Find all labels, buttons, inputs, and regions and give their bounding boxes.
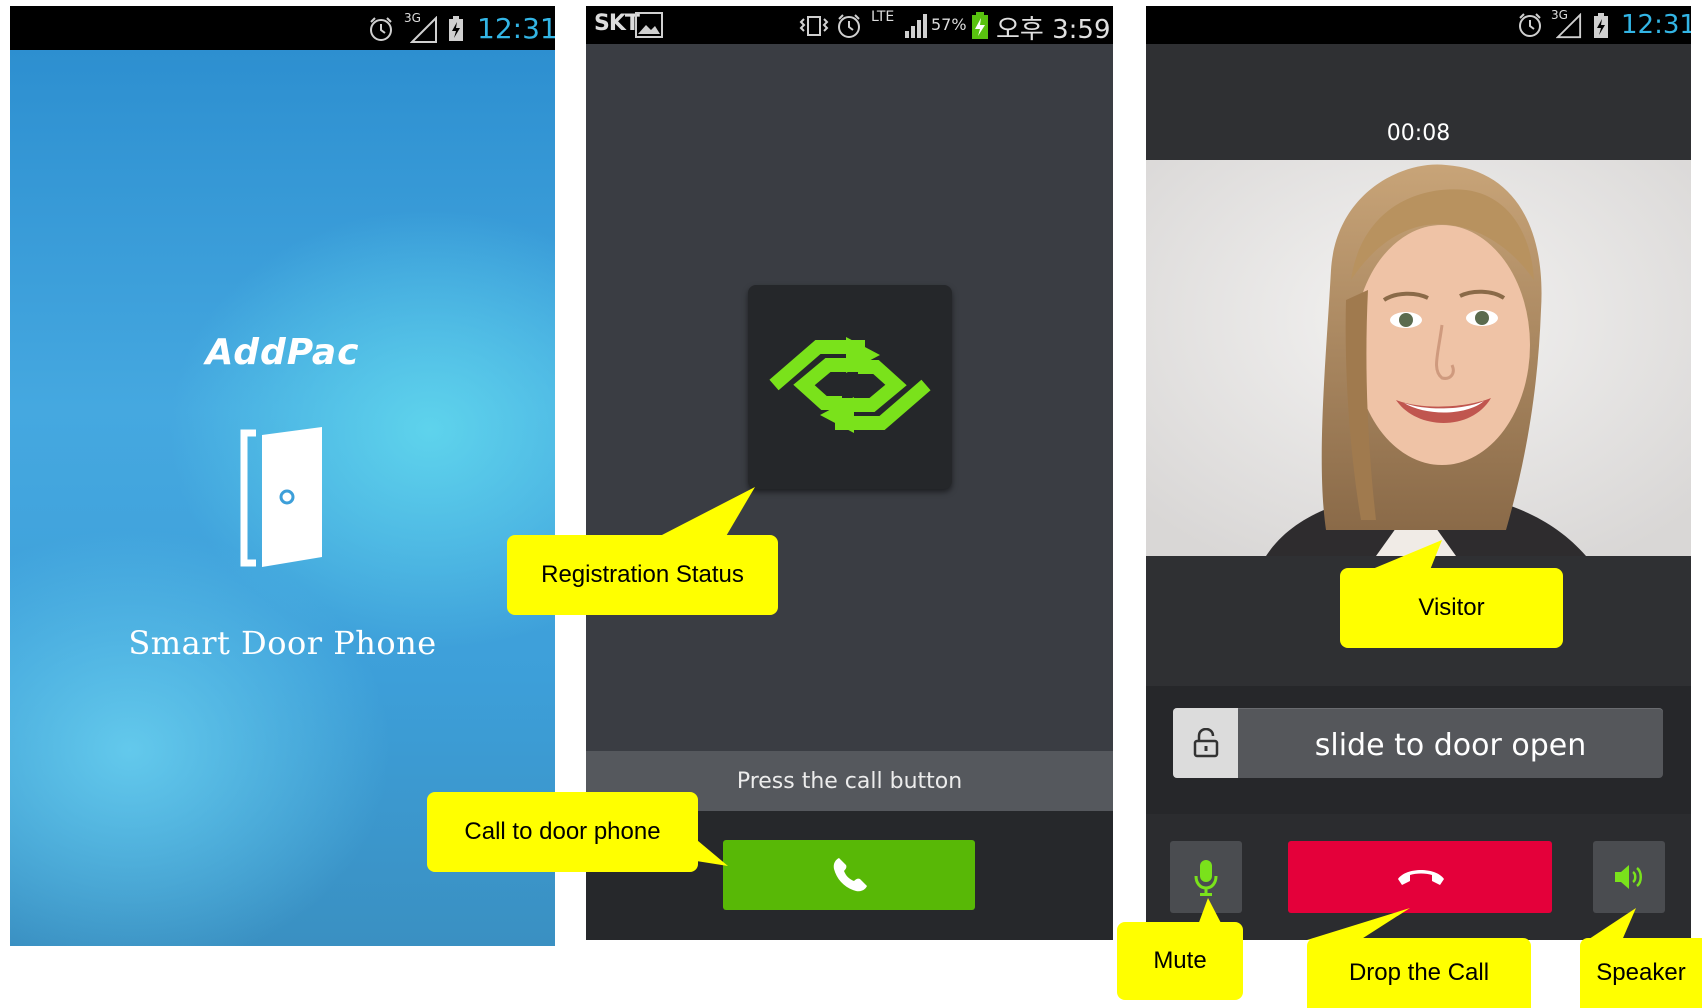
callout-visitor: Visitor bbox=[1340, 568, 1563, 648]
callout-registration-status: Registration Status bbox=[507, 535, 778, 615]
mute-button[interactable] bbox=[1170, 841, 1242, 913]
status-bar: 3G 12:31 bbox=[10, 6, 555, 50]
speaker-icon bbox=[1615, 865, 1642, 889]
registration-status-indicator bbox=[748, 285, 952, 489]
status-bar: 3G 12:31 bbox=[1146, 6, 1691, 44]
in-call-screen: 3G 12:31 00:08 slide to door open bbox=[1146, 6, 1691, 940]
status-time: 오후 3:59 bbox=[996, 15, 1111, 45]
status-time: 12:31 bbox=[1621, 10, 1691, 40]
call-timer: 00:08 bbox=[1386, 121, 1451, 146]
battery-charging-icon bbox=[972, 12, 988, 39]
callout-call-to-door-phone: Call to door phone bbox=[427, 792, 698, 872]
callout-speaker: Speaker bbox=[1580, 938, 1702, 1008]
callout-mute: Mute bbox=[1117, 922, 1243, 1000]
slider-handle[interactable] bbox=[1173, 708, 1238, 778]
signal-3g-icon bbox=[1556, 13, 1582, 39]
battery-charging-icon bbox=[1594, 13, 1608, 38]
speaker-button[interactable] bbox=[1593, 841, 1665, 913]
status-bar: SKT LTE 57% 오후 3:59 bbox=[586, 6, 1113, 45]
door-icon bbox=[240, 427, 322, 567]
phone-icon bbox=[833, 858, 867, 892]
app-title: Smart Door Phone bbox=[128, 624, 437, 662]
registration-sync-icon bbox=[769, 337, 931, 433]
hang-up-icon bbox=[1398, 870, 1444, 885]
battery-charging-icon bbox=[449, 16, 463, 41]
alarm-icon bbox=[370, 17, 392, 41]
callout-drop-the-call: Drop the Call bbox=[1307, 938, 1531, 1008]
lock-icon bbox=[1193, 728, 1219, 758]
drop-call-button[interactable] bbox=[1288, 841, 1552, 913]
signal-icon bbox=[905, 14, 927, 38]
network-type-label: LTE bbox=[871, 9, 895, 25]
microphone-icon bbox=[1194, 860, 1218, 896]
signal-3g-icon bbox=[410, 16, 437, 43]
call-prompt-text: Press the call button bbox=[736, 769, 963, 794]
image-icon bbox=[635, 12, 663, 38]
alarm-icon bbox=[1519, 13, 1541, 37]
status-time: 12:31 bbox=[477, 12, 555, 45]
brand-logo: AddPac bbox=[205, 332, 360, 373]
battery-percent: 57% bbox=[931, 15, 967, 34]
visitor-video-feed bbox=[1146, 160, 1691, 556]
slider-label: slide to door open bbox=[1314, 728, 1587, 763]
call-button[interactable] bbox=[723, 840, 975, 910]
visitor-image bbox=[1146, 160, 1691, 556]
alarm-icon bbox=[838, 14, 860, 38]
vibrate-icon bbox=[799, 16, 829, 36]
carrier-label: SKT bbox=[594, 11, 640, 36]
